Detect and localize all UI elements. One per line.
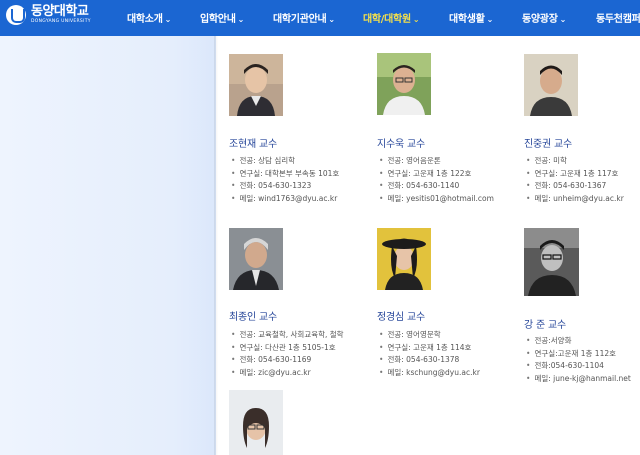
professor-office: 연구실: 다산관 1층 5105-1호 (231, 342, 344, 355)
professor-major: 전공:서양화 (526, 335, 631, 348)
professor-name: 진중권 교수 (524, 139, 572, 150)
top-navigation-bar: 동양대학교 DONGYANG UNIVERSITY 대학소개 ⌄ 입학안내 ⌄ 대학… (0, 0, 640, 36)
panel-shadow-divider (214, 36, 218, 455)
professor-phone: 전화: 054-630-1169 (231, 354, 344, 367)
left-side-panel (0, 36, 216, 455)
professor-phone: 전화: 054-630-1140 (379, 180, 494, 193)
professor-name: 최종인 교수 (229, 312, 277, 323)
professor-major: 전공: 영어영문학 (379, 329, 480, 342)
nav-item-label: 대학기관안내 (273, 14, 327, 25)
logo-text: 동양대학교 DONGYANG UNIVERSITY (31, 5, 91, 25)
chevron-down-icon: ⌄ (237, 15, 245, 24)
professor-info-list: 전공: 영어영문학 연구실: 고운재 1층 114호 전화: 054-630-1… (379, 329, 480, 380)
logo-english-name: DONGYANG UNIVERSITY (31, 19, 91, 25)
professor-office: 연구실: 고운재 1층 117호 (526, 168, 624, 181)
nav-item-label: 대학/대학원 (363, 14, 411, 25)
professor-photo (229, 54, 283, 116)
professor-info-list: 전공: 교육철학, 사회교육학, 철학 연구실: 다산관 1층 5105-1호 … (231, 329, 344, 380)
nav-item-about[interactable]: 대학소개 ⌄ (127, 10, 171, 25)
professor-office: 연구실: 고운재 1층 122호 (379, 168, 494, 181)
professor-phone: 전화: 054-630-1378 (379, 354, 480, 367)
nav-item-label: 입학안내 (200, 14, 236, 25)
professor-email: 메일: yesitis01@hotmail.com (379, 193, 493, 206)
professor-office: 연구실: 고운재 1층 114호 (379, 342, 480, 355)
professor-email: 메일: june-kj@hanmail.net (526, 373, 630, 386)
professor-email: 메일: unheim@dyu.ac.kr (526, 193, 623, 206)
university-emblem-icon (6, 5, 26, 25)
nav-item-colleges[interactable]: 대학/대학원 ⌄ (363, 10, 420, 25)
professor-photo (377, 228, 431, 290)
nav-item-admissions[interactable]: 입학안내 ⌄ (200, 10, 244, 25)
professor-info-list: 전공: 영어음운론 연구실: 고운재 1층 122호 전화: 054-630-1… (379, 155, 494, 206)
nav-item-dongducheon-campus[interactable]: 동두천캠퍼 (596, 10, 640, 25)
professor-name: 지수욱 교수 (377, 139, 425, 150)
professor-major: 전공: 교육철학, 사회교육학, 철학 (231, 329, 343, 342)
nav-item-label: 동두천캠퍼 (596, 14, 640, 25)
chevron-down-icon: ⌄ (412, 15, 420, 24)
nav-item-plaza[interactable]: 동양광장 ⌄ (522, 10, 566, 25)
professor-major: 전공: 상담 심리학 (231, 155, 339, 168)
professor-info-list: 전공: 상담 심리학 연구실: 대학본부 부속동 101호 전화: 054-63… (231, 155, 339, 205)
professor-phone: 전화: 054-630-1367 (526, 180, 624, 193)
professor-name: 정경심 교수 (377, 312, 425, 323)
professor-name: 조현재 교수 (229, 139, 277, 150)
professor-photo (229, 228, 283, 290)
professor-email: 메일: wind1763@dyu.ac.kr (231, 193, 339, 206)
nav-item-institutions[interactable]: 대학기관안내 ⌄ (273, 10, 335, 25)
logo-korean-name: 동양대학교 (31, 4, 89, 20)
nav-item-label: 동양광장 (522, 14, 558, 25)
professor-email: 메일: zic@dyu.ac.kr (231, 367, 344, 380)
professor-photo (524, 228, 579, 296)
nav-item-label: 대학생활 (449, 14, 485, 25)
chevron-down-icon: ⌄ (328, 15, 335, 24)
professor-major: 전공: 영어음운론 (379, 155, 494, 168)
chevron-down-icon: ⌄ (559, 15, 567, 24)
professor-phone: 전화:054-630-1104 (526, 360, 631, 373)
chevron-down-icon: ⌄ (164, 15, 172, 24)
nav-item-campus-life[interactable]: 대학생활 ⌄ (449, 10, 493, 25)
professor-info-list: 전공: 미학 연구실: 고운재 1층 117호 전화: 054-630-1367… (526, 155, 624, 206)
professor-name: 강 준 교수 (524, 320, 566, 331)
university-logo[interactable]: 동양대학교 DONGYANG UNIVERSITY (6, 5, 91, 25)
professor-photo (524, 54, 578, 116)
professor-email: 메일: kschung@dyu.ac.kr (379, 367, 479, 380)
professor-info-list: 전공:서양화 연구실:고운재 1층 112호 전화:054-630-1104 메… (526, 335, 631, 386)
nav-item-label: 대학소개 (127, 14, 163, 25)
chevron-down-icon: ⌄ (486, 15, 494, 24)
professor-photo (377, 53, 431, 115)
professor-photo (229, 390, 283, 455)
professor-office: 연구실: 대학본부 부속동 101호 (231, 168, 339, 181)
professor-major: 전공: 미학 (526, 155, 624, 168)
professor-office: 연구실:고운재 1층 112호 (526, 348, 631, 361)
professor-phone: 전화: 054-630-1323 (231, 180, 339, 193)
